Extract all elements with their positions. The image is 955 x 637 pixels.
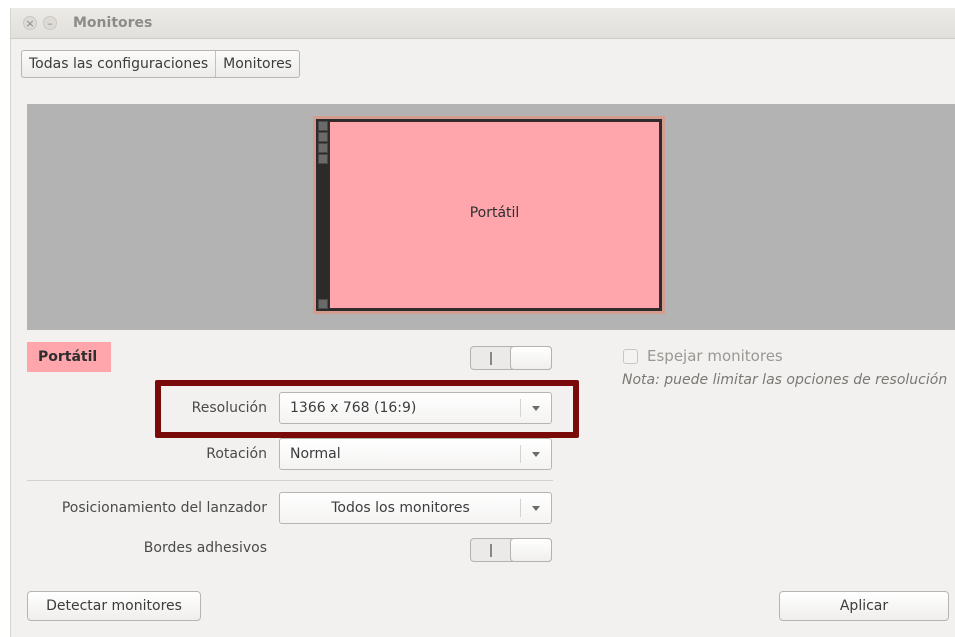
chevron-down-icon <box>532 506 540 511</box>
dropdown-separator <box>520 499 521 517</box>
resolution-note: Nota: puede limitar las opciones de reso… <box>622 372 948 388</box>
switch-knob[interactable] <box>510 346 552 370</box>
sticky-edges-switch[interactable] <box>470 538 552 562</box>
detect-monitors-button[interactable]: Detectar monitores <box>27 591 201 621</box>
mirror-monitors-checkbox[interactable] <box>623 349 638 364</box>
window-title: Monitores <box>73 15 153 31</box>
breadcrumb-monitors[interactable]: Monitores <box>215 51 299 77</box>
launcher-placement-value: Todos los monitores <box>331 500 470 516</box>
apply-button[interactable]: Aplicar <box>779 591 949 621</box>
title-bar: × – Monitores <box>11 8 955 39</box>
rotation-value: Normal <box>290 446 341 462</box>
launcher-icon <box>318 132 328 142</box>
minimize-icon[interactable]: – <box>43 16 57 30</box>
sticky-edges-label: Bordes adhesivos <box>143 540 267 556</box>
monitor-name-label: Portátil <box>469 205 520 221</box>
monitor-arrangement-area: Portátil <box>27 104 955 330</box>
monitor-display-portatil[interactable]: Portátil <box>313 116 665 314</box>
selected-monitor-tag: Portátil <box>27 342 111 372</box>
launcher-icon <box>318 143 328 153</box>
launcher-placement-label: Posicionamiento del lanzador <box>61 500 267 516</box>
settings-window: × – Monitores Todas las configuraciones … <box>10 8 955 637</box>
chevron-down-icon <box>532 452 540 457</box>
launcher-icon <box>318 154 328 164</box>
switch-knob[interactable] <box>510 538 552 562</box>
launcher-icon <box>318 299 328 309</box>
switch-on-icon <box>490 352 492 365</box>
mirror-monitors-label: Espejar monitores <box>647 347 783 365</box>
launcher-placement-dropdown[interactable]: Todos los monitores <box>279 492 552 524</box>
switch-on-icon <box>490 544 492 557</box>
breadcrumb: Todas las configuraciones Monitores <box>21 50 300 78</box>
close-icon[interactable]: × <box>23 16 37 30</box>
rotation-label: Rotación <box>206 446 267 462</box>
dropdown-separator <box>520 445 521 463</box>
rotation-dropdown[interactable]: Normal <box>279 438 552 470</box>
breadcrumb-all-settings[interactable]: Todas las configuraciones <box>22 51 215 77</box>
monitor-screen: Portátil <box>329 121 660 309</box>
section-divider <box>27 480 553 481</box>
resolution-highlight-box <box>155 380 579 438</box>
monitor-power-switch[interactable] <box>470 346 552 370</box>
launcher-icon <box>318 121 328 131</box>
